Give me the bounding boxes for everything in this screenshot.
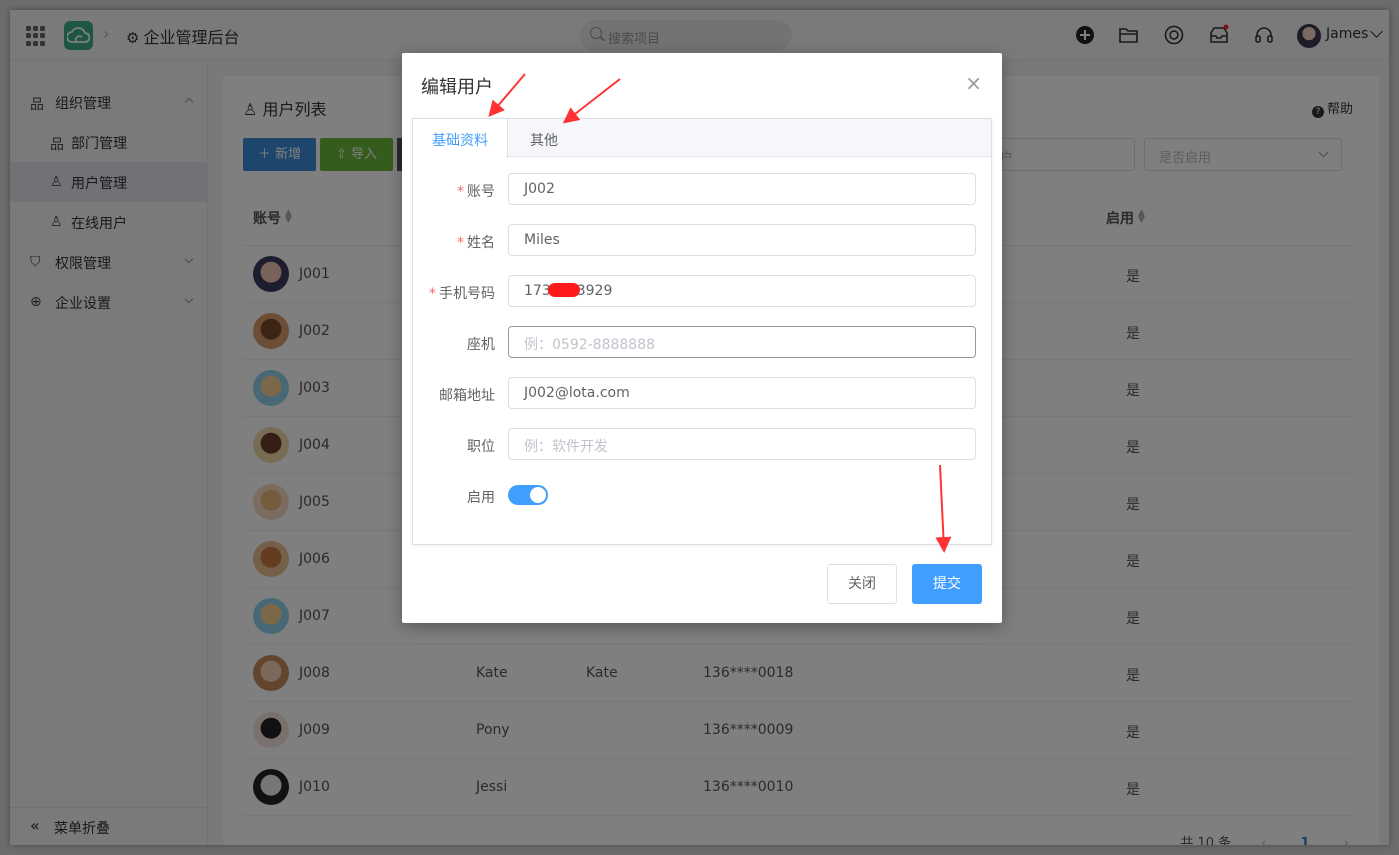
tab-basic-info[interactable]: 基础资料 bbox=[413, 119, 508, 158]
account-label-text: 账号 bbox=[467, 184, 495, 200]
name-label: * 姓名 bbox=[457, 235, 495, 251]
name-label-text: 姓名 bbox=[467, 235, 495, 251]
toggle-knob bbox=[530, 487, 546, 503]
edit-user-dialog: 编辑用户 × 基础资料 其他 * 账号 J002 * 姓名 Miles * 手机号码 … bbox=[402, 53, 1002, 623]
form-row-account: * 账号 J002 bbox=[413, 173, 991, 207]
mobile-suffix: 3929 bbox=[576, 283, 613, 299]
email-field[interactable]: J002@lota.com bbox=[508, 377, 976, 409]
mobile-prefix: 173 bbox=[524, 283, 551, 299]
redaction-mark bbox=[547, 283, 580, 297]
mobile-label: * 手机号码 bbox=[429, 286, 495, 302]
form-row-landline: 座机 例：0592-8888888 bbox=[413, 326, 991, 360]
landline-field[interactable]: 例：0592-8888888 bbox=[508, 326, 976, 358]
enabled-toggle[interactable] bbox=[508, 485, 548, 505]
enabled-label: 启用 bbox=[467, 490, 495, 506]
mobile-label-text: 手机号码 bbox=[439, 286, 495, 302]
form-row-name: * 姓名 Miles bbox=[413, 224, 991, 258]
tab-bar: 基础资料 其他 bbox=[413, 119, 991, 158]
account-label: * 账号 bbox=[457, 184, 495, 200]
form-row-mobile: * 手机号码 173 3929 bbox=[413, 275, 991, 309]
dialog-title: 编辑用户 bbox=[421, 77, 493, 98]
landline-label: 座机 bbox=[467, 337, 495, 353]
form-panel: 基础资料 其他 * 账号 J002 * 姓名 Miles * 手机号码 173 3929… bbox=[412, 118, 992, 545]
name-field[interactable]: Miles bbox=[508, 224, 976, 256]
submit-button[interactable]: 提交 bbox=[912, 564, 982, 604]
email-label: 邮箱地址 bbox=[439, 388, 495, 404]
form-row-position: 职位 例：软件开发 bbox=[413, 428, 991, 462]
form-row-email: 邮箱地址 J002@lota.com bbox=[413, 377, 991, 411]
form-row-enabled: 启用 bbox=[413, 479, 991, 513]
tab-other[interactable]: 其他 bbox=[511, 119, 577, 158]
position-field[interactable]: 例：软件开发 bbox=[508, 428, 976, 460]
position-label: 职位 bbox=[467, 439, 495, 455]
close-icon[interactable]: × bbox=[965, 71, 982, 95]
mobile-field[interactable]: 173 3929 bbox=[508, 275, 976, 307]
account-field[interactable]: J002 bbox=[508, 173, 976, 205]
close-button[interactable]: 关闭 bbox=[827, 564, 897, 604]
